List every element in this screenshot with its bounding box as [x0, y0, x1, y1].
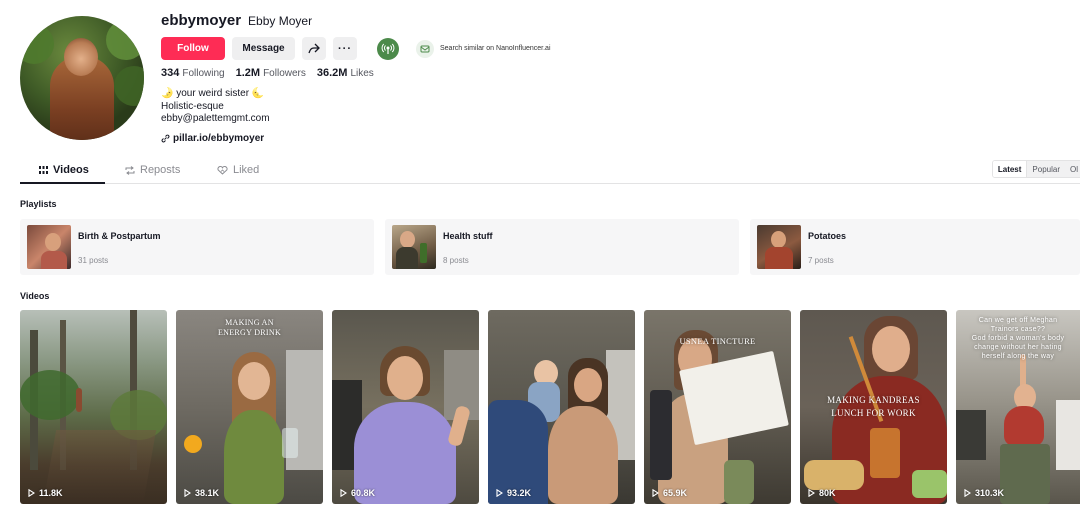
grid-icon — [39, 166, 48, 174]
video-card[interactable]: USNEA TINCTURE 65.9K — [644, 310, 791, 504]
nickname: Ebby Moyer — [248, 14, 313, 28]
play-icon — [184, 489, 191, 497]
nanoinfluencer-label: Search similar on NanoInfluencer.ai — [440, 45, 551, 52]
sort-oldest[interactable]: Ol — [1065, 161, 1080, 177]
tab-reposts-label: Reposts — [140, 164, 181, 176]
following-label: Following — [182, 68, 225, 79]
play-icon — [496, 489, 503, 497]
likes-count: 36.2M — [316, 67, 348, 79]
playlist-count: 31 posts — [78, 256, 109, 265]
playlist-thumbnail — [392, 225, 436, 269]
live-broadcast-button[interactable] — [377, 37, 399, 60]
video-view-count: 38.1K — [184, 488, 219, 498]
video-caption: USNEA TINCTURE — [679, 336, 756, 346]
play-icon — [652, 489, 659, 497]
playlist-name: Birth & Postpartum — [78, 231, 161, 241]
video-view-count: 80K — [808, 488, 836, 498]
video-view-count: 60.8K — [340, 488, 375, 498]
repost-icon — [125, 165, 135, 175]
nanoinfluencer-search[interactable]: Search similar on NanoInfluencer.ai — [416, 39, 551, 58]
playlist-count: 7 posts — [808, 256, 834, 265]
broadcast-icon — [381, 43, 395, 54]
tab-reposts[interactable]: Reposts — [125, 156, 180, 184]
view-count-text: 11.8K — [39, 488, 63, 498]
video-view-count: 310.3K — [964, 488, 1004, 498]
playlist-name: Health stuff — [443, 231, 493, 241]
video-caption: MAKING KANDREAS LUNCH FOR WORK — [827, 395, 920, 418]
playlist-thumbnail — [757, 225, 801, 269]
video-card[interactable]: 60.8K — [332, 310, 479, 504]
bio-line: Holistic-esque — [161, 100, 224, 112]
video-caption: MAKING AN ENERGY DRINK — [217, 318, 282, 337]
share-icon — [308, 43, 320, 54]
play-icon — [964, 489, 971, 497]
profile-actions: Follow Message ··· Search similar on Nan… — [161, 37, 551, 60]
videos-heading: Videos — [20, 291, 50, 301]
playlist-count: 8 posts — [443, 256, 469, 265]
likes-stat: 36.2M Likes — [317, 67, 374, 79]
view-count-text: 60.8K — [351, 488, 376, 498]
profile-bio: 🌛 your weird sister 🌜 Holistic-esque ebb… — [161, 88, 270, 126]
play-icon — [340, 489, 347, 497]
playlist-card[interactable]: Potatoes 7 posts — [750, 219, 1080, 275]
view-count-text: 38.1K — [195, 488, 220, 498]
likes-label: Likes — [350, 68, 374, 79]
username: ebbymoyer — [161, 12, 242, 29]
view-count-text: 80K — [819, 488, 836, 498]
tab-liked-label: Liked — [233, 164, 260, 176]
followers-count: 1.2M — [235, 67, 261, 79]
more-icon: ··· — [338, 42, 352, 55]
tab-videos[interactable]: Videos — [39, 156, 89, 184]
share-button[interactable] — [302, 37, 326, 60]
video-card[interactable]: 93.2K — [488, 310, 635, 504]
playlist-card[interactable]: Health stuff 8 posts — [385, 219, 739, 275]
sort-latest[interactable]: Latest — [992, 161, 1028, 177]
video-card[interactable]: MAKING KANDREAS LUNCH FOR WORK 80K — [800, 310, 947, 504]
following-stat[interactable]: 334 Following — [161, 67, 225, 79]
followers-label: Followers — [263, 68, 306, 79]
view-count-text: 65.9K — [663, 488, 688, 498]
video-view-count: 93.2K — [496, 488, 531, 498]
active-tab-indicator — [20, 182, 105, 184]
tab-videos-label: Videos — [53, 164, 89, 176]
following-count: 334 — [161, 67, 180, 79]
profile-avatar[interactable] — [20, 16, 144, 140]
profile-name-row: ebbymoyer Ebby Moyer — [161, 12, 312, 29]
video-card[interactable]: Can we get off Meghan Trainors case?? Go… — [956, 310, 1080, 504]
profile-link[interactable]: pillar.io/ebbymoyer — [161, 133, 264, 144]
view-count-text: 310.3K — [975, 488, 1005, 498]
sort-toggle: Latest Popular Ol — [991, 160, 1080, 178]
link-icon — [161, 134, 170, 143]
playlist-card[interactable]: Birth & Postpartum 31 posts — [20, 219, 374, 275]
more-button[interactable]: ··· — [333, 37, 357, 60]
play-icon — [28, 489, 35, 497]
playlist-thumbnail — [27, 225, 71, 269]
video-card[interactable]: MAKING AN ENERGY DRINK 38.1K — [176, 310, 323, 504]
playlists-heading: Playlists — [20, 199, 57, 209]
sort-popular[interactable]: Popular — [1027, 161, 1065, 177]
video-view-count: 65.9K — [652, 488, 687, 498]
video-view-count: 11.8K — [28, 488, 63, 498]
view-count-text: 93.2K — [507, 488, 532, 498]
follow-button[interactable]: Follow — [161, 37, 225, 60]
liked-icon — [217, 165, 228, 175]
bio-line: 🌛 your weird sister 🌜 — [161, 88, 265, 99]
nanoinfluencer-icon — [416, 39, 434, 58]
bio-email: ebby@palettemgmt.com — [161, 113, 270, 124]
message-button[interactable]: Message — [232, 37, 295, 60]
profile-link-text: pillar.io/ebbymoyer — [173, 133, 265, 144]
tab-liked[interactable]: Liked — [217, 156, 259, 184]
profile-stats: 334 Following 1.2M Followers 36.2M Likes — [161, 67, 374, 79]
video-caption: Can we get off Meghan Trainors case?? Go… — [971, 317, 1065, 360]
playlist-name: Potatoes — [808, 231, 847, 241]
play-icon — [808, 489, 815, 497]
video-card[interactable]: 11.8K — [20, 310, 167, 504]
followers-stat[interactable]: 1.2M Followers — [236, 67, 306, 79]
profile-tabs: Videos Reposts Liked — [20, 156, 1080, 184]
